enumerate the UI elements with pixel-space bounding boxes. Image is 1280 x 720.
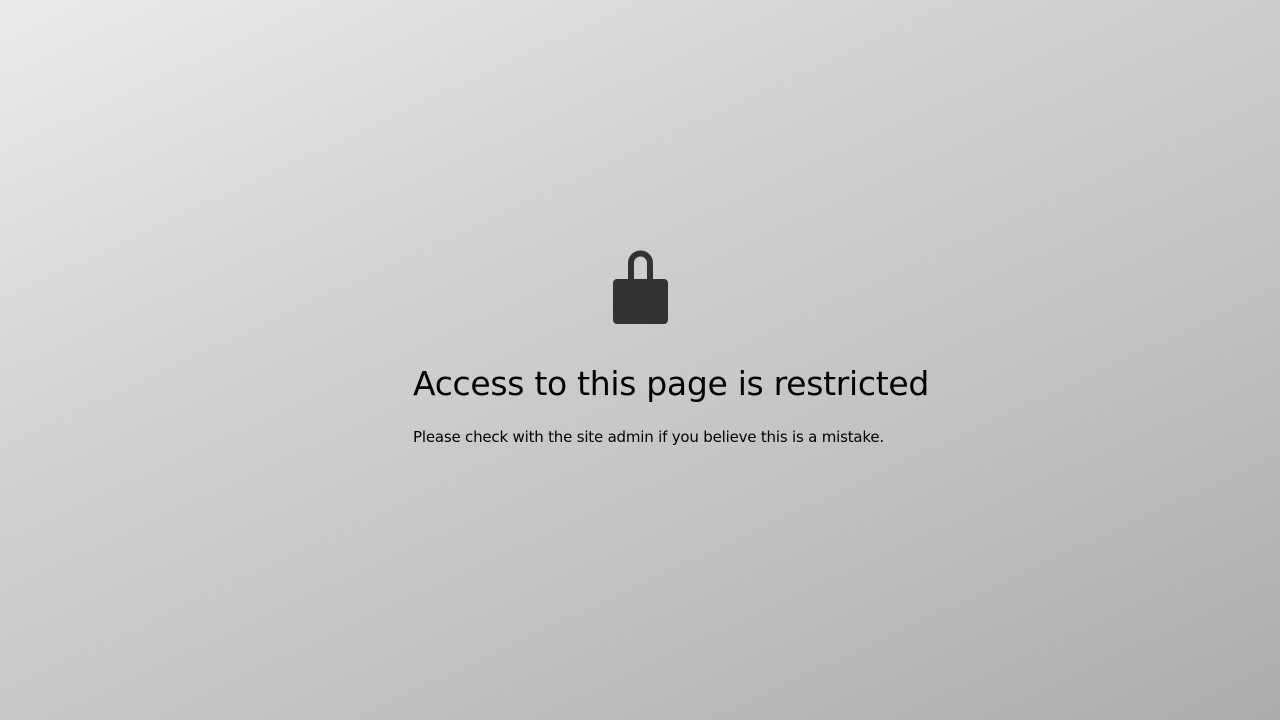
restricted-message-panel: Access to this page is restricted Please… xyxy=(413,362,933,448)
restricted-message: Please check with the site admin if you … xyxy=(413,428,884,446)
lock-icon xyxy=(613,250,668,324)
access-restricted-page: Access to this page is restricted Please… xyxy=(0,0,1280,720)
page-title: Access to this page is restricted xyxy=(413,364,929,403)
